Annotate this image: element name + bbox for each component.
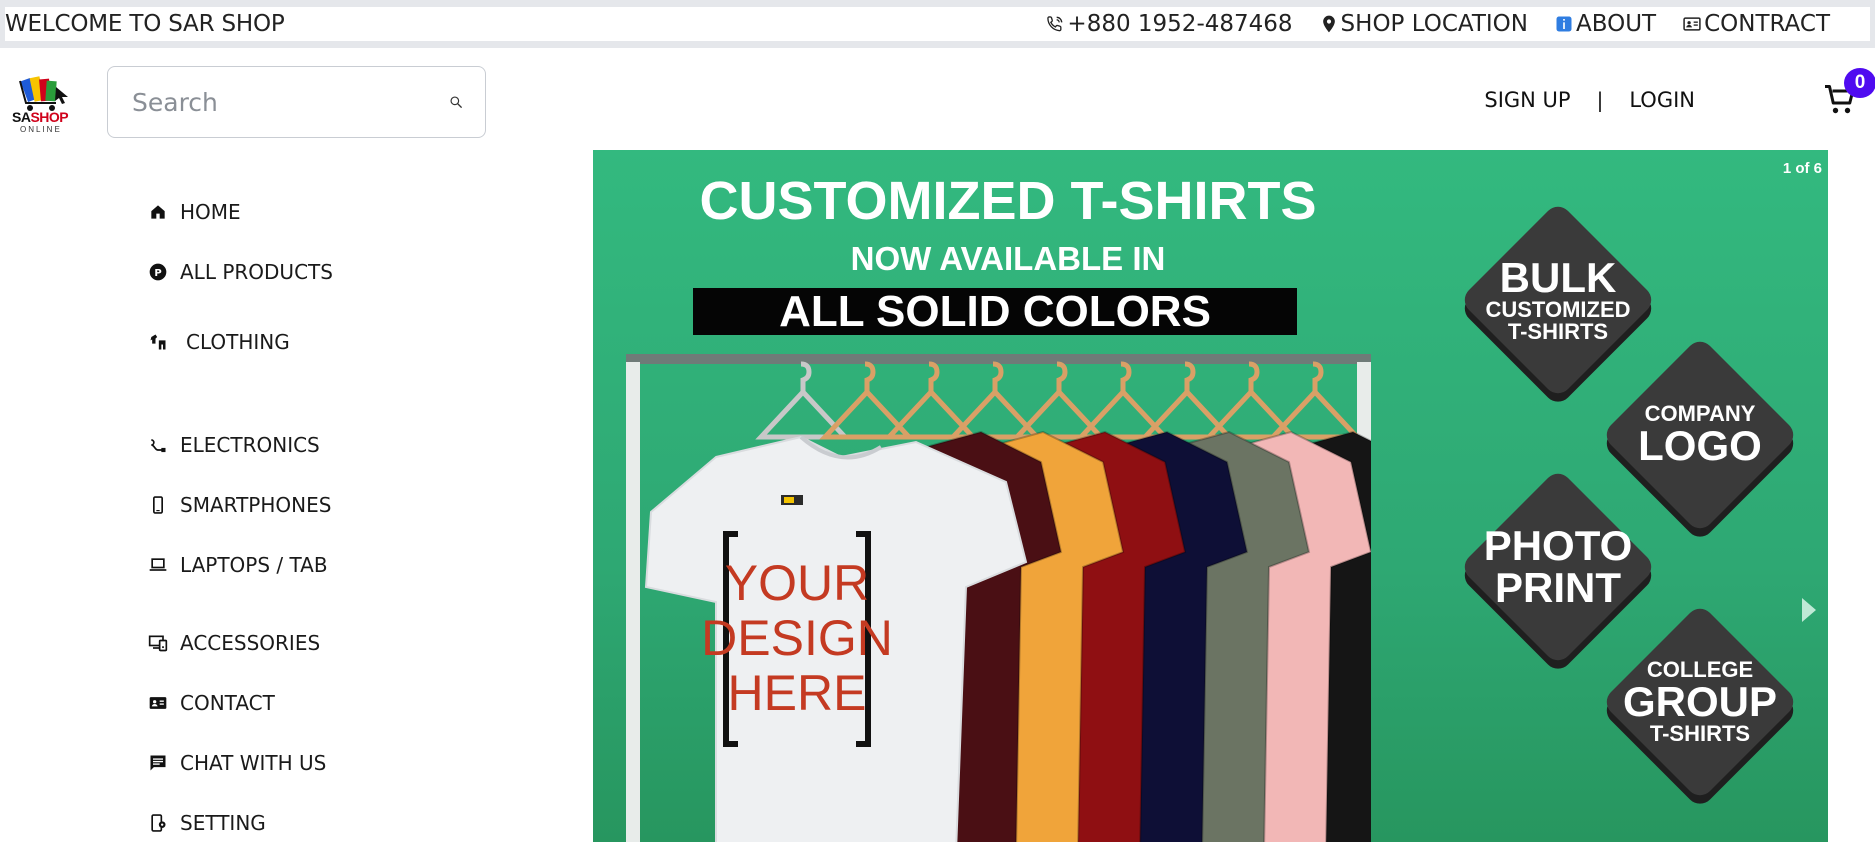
badge-small-text: CUSTOMIZED — [1485, 297, 1631, 322]
sidebar-item-label: SETTING — [180, 811, 266, 835]
top-nav: +880 1952-487468 SHOP LOCATION ABOUT CON… — [1045, 11, 1830, 37]
welcome-text: WELCOME TO SAR SHOP — [5, 11, 285, 37]
sidebar-item-setting[interactable]: SETTING — [148, 811, 266, 835]
carousel-next-arrow-icon[interactable] — [1802, 598, 1816, 622]
sidebar-item-smartphones[interactable]: SMARTPHONES — [148, 493, 331, 517]
home-icon — [151, 205, 165, 219]
sidebar-item-all-products[interactable]: P ALL PRODUCTS — [148, 260, 333, 284]
sidebar-item-label: SMARTPHONES — [180, 493, 332, 517]
phone-icon — [1047, 16, 1063, 32]
hero-headline: CUSTOMIZED T-SHIRTS — [699, 171, 1317, 231]
sidebar-item-label: LAPTOPS / TAB — [180, 553, 328, 577]
sidebar-item-laptops-tab[interactable]: LAPTOPS / TAB — [148, 553, 328, 577]
sidebar-item-label: ACCESSORIES — [180, 631, 321, 655]
cart-count-badge: 0 — [1844, 68, 1875, 98]
products-icon: P — [149, 263, 167, 281]
sidebar-item-label: CONTACT — [180, 691, 275, 715]
search-input[interactable] — [132, 87, 449, 117]
sidebar-item-electronics[interactable]: ELECTRONICS — [148, 433, 320, 457]
badge-big-text: LOGO — [1638, 422, 1762, 469]
hero-subheadline: NOW AVAILABLE IN — [850, 240, 1166, 277]
tshirt-rack-illustration: YOUR DESIGN HERE — [626, 354, 1371, 842]
contract-link[interactable]: CONTRACT — [1682, 11, 1830, 37]
badge-small-text: T-SHIRTS — [1649, 721, 1751, 746]
smartphone-icon — [153, 496, 163, 514]
contact-card-icon — [149, 697, 167, 709]
login-link[interactable]: LOGIN — [1629, 88, 1695, 112]
clothing-icon — [150, 334, 166, 350]
sidebar-item-clothing[interactable]: CLOTHING — [148, 330, 290, 354]
sidebar-item-label: ALL PRODUCTS — [180, 260, 333, 284]
contact-card-icon — [1683, 17, 1701, 31]
cart-logo-icon — [19, 76, 68, 111]
phone-link[interactable]: +880 1952-487468 — [1045, 11, 1293, 37]
electronics-icon — [151, 439, 166, 453]
header: SASHOP ONLINE SIGN UP | LOGIN 0 — [0, 48, 1875, 158]
sidebar-item-label: CHAT WITH US — [180, 751, 327, 775]
search-box — [107, 66, 486, 138]
logo-shop: SHOP — [30, 109, 69, 125]
carousel-counter: 1 of 6 — [1782, 160, 1822, 177]
about-link[interactable]: ABOUT — [1554, 11, 1656, 37]
sidebar-item-chat-with-us[interactable]: CHAT WITH US — [148, 751, 326, 775]
badge-text: COLLEGE GROUP T-SHIRTS — [1595, 597, 1805, 807]
search-icon[interactable] — [449, 92, 463, 112]
hero-carousel[interactable]: CUSTOMIZED T-SHIRTS NOW AVAILABLE IN ALL… — [593, 150, 1828, 842]
logo-sa: SA — [12, 109, 31, 125]
sign-up-link[interactable]: SIGN UP — [1484, 88, 1570, 112]
sidebar-item-contact[interactable]: CONTACT — [148, 691, 275, 715]
contract-label: CONTRACT — [1704, 11, 1830, 37]
auth-links: SIGN UP | LOGIN — [1484, 88, 1695, 112]
accessories-icon — [148, 635, 168, 652]
about-label: ABOUT — [1575, 11, 1657, 37]
hero-band-text: ALL SOLID COLORS — [693, 288, 1297, 335]
cart-button[interactable]: 0 — [1822, 68, 1875, 122]
logo-subtitle: ONLINE — [20, 125, 62, 134]
shop-location-link[interactable]: SHOP LOCATION — [1319, 11, 1528, 37]
badge-big-text: BULK — [1499, 254, 1617, 301]
chat-icon — [150, 755, 166, 771]
design-text-line-3: HERE — [728, 665, 867, 721]
setting-icon — [151, 814, 166, 832]
top-welcome-bar: WELCOME TO SAR SHOP +880 1952-487468 SHO… — [0, 0, 1875, 48]
badge-big-text: GROUP — [1622, 678, 1777, 725]
hanger — [1267, 361, 1363, 440]
svg-text:P: P — [154, 268, 161, 279]
sidebar-item-accessories[interactable]: ACCESSORIES — [148, 631, 320, 655]
badge-big-text: PHOTO — [1483, 522, 1633, 569]
shop-location-label: SHOP LOCATION — [1340, 11, 1528, 37]
info-icon — [1556, 16, 1572, 32]
sidebar-item-label: ELECTRONICS — [180, 433, 320, 457]
location-pin-icon — [1322, 15, 1335, 33]
design-text-line-2: DESIGN — [701, 610, 893, 666]
sidebar-item-home[interactable]: HOME — [148, 200, 241, 224]
logo-wordmark: SASHOP — [12, 109, 69, 125]
badge-college-group: COLLEGE GROUP T-SHIRTS — [1595, 597, 1805, 807]
laptop-icon — [149, 558, 167, 571]
phone-number: +880 1952-487468 — [1067, 11, 1293, 37]
sidebar-item-label: CLOTHING — [186, 330, 290, 354]
site-logo[interactable]: SASHOP ONLINE — [10, 73, 74, 135]
top-welcome-bar-inner: WELCOME TO SAR SHOP +880 1952-487468 SHO… — [5, 7, 1870, 41]
sidebar-item-label: HOME — [180, 200, 241, 224]
design-text-line-1: YOUR — [725, 555, 869, 611]
badge-small-text: T-SHIRTS — [1507, 319, 1609, 344]
auth-separator: | — [1596, 88, 1604, 112]
